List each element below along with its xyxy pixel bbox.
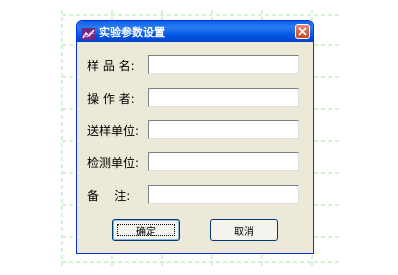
chart-app-icon (82, 25, 95, 40)
field-row-testing-unit: 检测单位: (77, 152, 313, 172)
testing-unit-label: 检测单位: (87, 156, 140, 170)
remarks-label: 备 注: (87, 189, 131, 203)
operator-label: 操 作 者: (87, 92, 135, 106)
close-icon (298, 27, 307, 36)
submitting-unit-label: 送样单位: (87, 124, 140, 138)
dialog-title: 实验参数设置 (99, 26, 165, 39)
focus-rectangle (117, 224, 175, 236)
experiment-settings-dialog: 实验参数设置 样 品 名: 操 作 者: 送样单位: 检测单位: 备 注: 确定… (76, 20, 314, 254)
field-row-operator: 操 作 者: (77, 88, 313, 108)
sample-name-label: 样 品 名: (87, 59, 135, 73)
close-button[interactable] (295, 24, 310, 39)
sample-name-input[interactable] (148, 55, 299, 74)
ok-button[interactable]: 确定 (112, 219, 180, 241)
operator-input[interactable] (148, 88, 299, 107)
field-row-submitting-unit: 送样单位: (77, 120, 313, 140)
field-row-sample-name: 样 品 名: (77, 55, 313, 75)
dialog-titlebar[interactable]: 实验参数设置 (77, 21, 313, 42)
remarks-input[interactable] (148, 185, 299, 204)
field-row-remarks: 备 注: (77, 185, 313, 205)
cancel-button-label: 取消 (234, 226, 254, 238)
submitting-unit-input[interactable] (148, 120, 299, 139)
cancel-button[interactable]: 取消 (210, 219, 278, 241)
testing-unit-input[interactable] (148, 152, 299, 171)
